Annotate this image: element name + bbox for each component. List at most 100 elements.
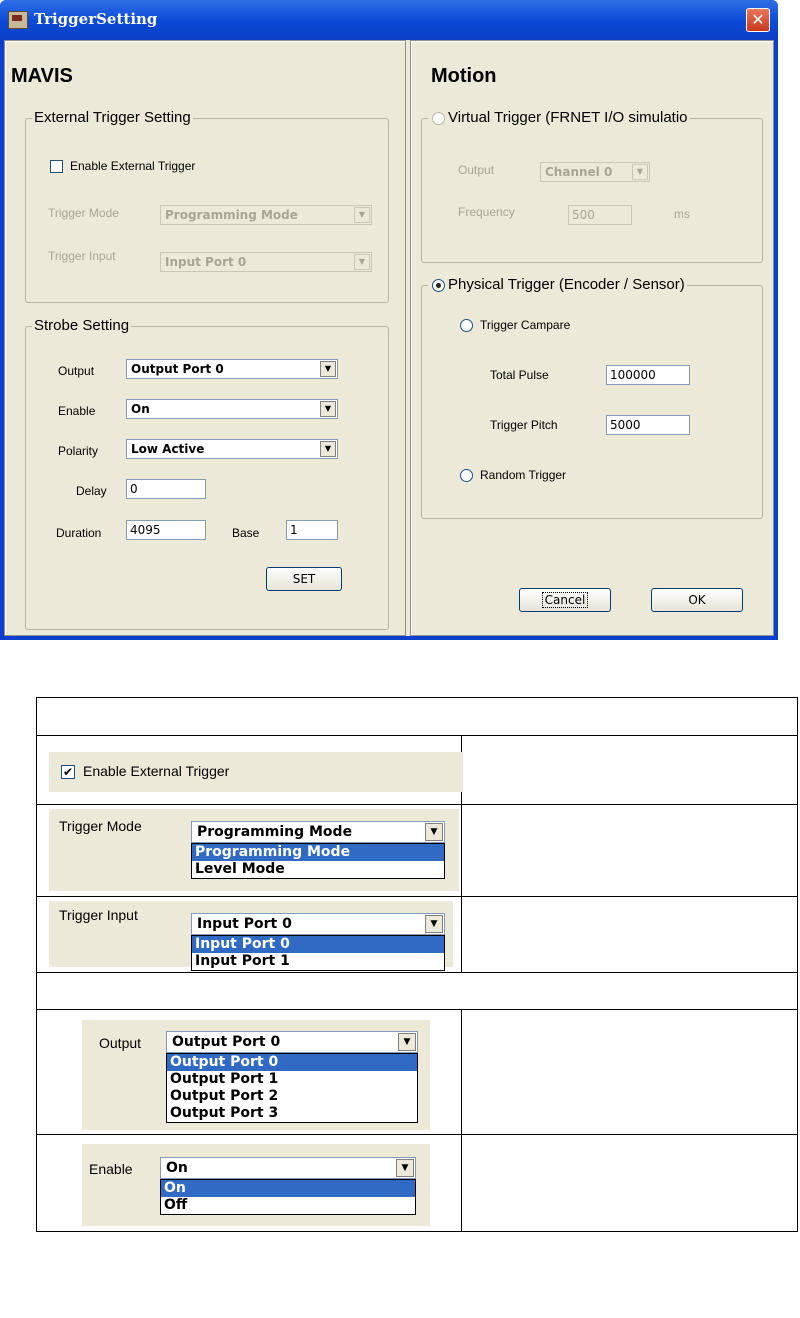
strobe-enable-value: On [131,402,150,416]
trigger-input-value: Input Port 0 [165,255,247,269]
dropdown-option[interactable]: Programming Mode [192,844,444,861]
virtual-trigger-group: Virtual Trigger (FRNET I/O simulatio Out… [421,109,763,263]
dropdown-option[interactable]: Input Port 1 [192,953,444,970]
chevron-down-icon: ▼ [320,361,336,377]
table-row: Trigger Mode Programming Mode ▼ Programm… [36,804,798,897]
trigger-input-dropdown: Input Port 0 Input Port 1 [191,935,445,971]
chevron-down-icon: ▼ [425,915,443,933]
trigger-mode-snippet: Trigger Mode Programming Mode ▼ Programm… [49,809,459,891]
dropdown-option[interactable]: Output Port 1 [167,1071,417,1088]
image-cell: Trigger Input Input Port 0 ▼ Input Port … [36,896,462,973]
virtual-trigger-radio[interactable] [432,112,445,125]
enable-external-trigger-label: Enable External Trigger [70,159,196,173]
virtual-output-value: Channel 0 [545,165,613,179]
strobe-enable-label: Enable [58,404,96,418]
description-cell [461,1134,798,1232]
strobe-setting-group: Strobe Setting Output Output Port 0 ▼ En… [25,317,389,630]
external-trigger-group-title: External Trigger Setting [32,109,193,126]
enable-external-trigger-checkbox[interactable] [50,160,63,173]
duration-input[interactable]: 4095 [126,520,206,540]
chevron-down-icon: ▼ [354,207,370,223]
mavis-panel: MAVIS External Trigger Setting Enable Ex… [4,40,406,636]
polarity-label: Polarity [58,444,99,458]
external-trigger-group: External Trigger Setting Enable External… [25,109,389,303]
trigger-input-select[interactable]: Input Port 0 ▼ [160,252,372,272]
chevron-down-icon: ▼ [354,254,370,270]
enable-external-trigger-checkbox-checked[interactable]: ✔ [61,765,75,779]
physical-trigger-radio[interactable] [432,279,445,292]
base-input[interactable]: 1 [286,520,338,540]
strobe-enable-select[interactable]: On ▼ [126,399,338,419]
description-cell [461,896,798,973]
section-header-cell [36,697,798,736]
strobe-enable-snippet-select[interactable]: On ▼ [160,1157,416,1179]
chevron-down-icon: ▼ [632,164,648,180]
strobe-output-dropdown: Output Port 0 Output Port 1 Output Port … [166,1053,418,1123]
strobe-output-value: Output Port 0 [131,362,224,376]
polarity-value: Low Active [131,442,205,456]
trigger-mode-value: Programming Mode [165,208,298,222]
dropdown-option[interactable]: Input Port 0 [192,936,444,953]
dropdown-option[interactable]: Output Port 0 [167,1054,417,1071]
table-row: Enable On ▼ On Off [36,1134,798,1232]
chevron-down-icon: ▼ [425,823,443,841]
ok-button[interactable]: OK [651,588,743,612]
strobe-output-snippet-value: Output Port 0 [172,1034,281,1050]
trigger-mode-snippet-label: Trigger Mode [59,818,142,834]
image-cell: Output Output Port 0 ▼ Output Port 0 Out… [36,1009,462,1135]
trigger-pitch-input[interactable]: 5000 [606,415,690,435]
trigger-input-label: Trigger Input [48,249,116,263]
chevron-down-icon: ▼ [320,401,336,417]
trigger-compare-label: Trigger Campare [480,318,571,332]
delay-label: Delay [76,484,107,498]
chevron-down-icon: ▼ [320,441,336,457]
motion-title: Motion [431,65,497,87]
random-trigger-radio[interactable] [460,469,473,482]
table-row: ✔ Enable External Trigger [36,735,798,805]
trigger-input-snippet-select[interactable]: Input Port 0 ▼ [191,913,445,935]
strobe-output-select[interactable]: Output Port 0 ▼ [126,359,338,379]
enable-external-trigger-snippet: ✔ Enable External Trigger [49,752,463,792]
description-cell [461,735,798,805]
dropdown-option[interactable]: Output Port 3 [167,1105,417,1122]
virtual-trigger-label: Virtual Trigger (FRNET I/O simulatio [428,109,690,126]
dropdown-option[interactable]: On [161,1180,415,1197]
table-row: Output Output Port 0 ▼ Output Port 0 Out… [36,1009,798,1135]
chevron-down-icon: ▼ [398,1033,416,1051]
trigger-compare-radio[interactable] [460,319,473,332]
dropdown-option[interactable]: Output Port 2 [167,1088,417,1105]
random-trigger-label: Random Trigger [480,468,567,482]
motion-panel: Motion Virtual Trigger (FRNET I/O simula… [410,40,774,636]
strobe-setting-group-title: Strobe Setting [32,317,132,334]
polarity-select[interactable]: Low Active ▼ [126,439,338,459]
table-section-row [36,697,798,736]
delay-input[interactable]: 0 [126,479,206,499]
set-button[interactable]: SET [266,567,342,591]
strobe-output-snippet-label: Output [99,1035,142,1051]
virtual-output-label: Output [458,163,495,177]
physical-trigger-group: Physical Trigger (Encoder / Sensor) Trig… [421,276,763,519]
image-cell: Enable On ▼ On Off [36,1134,462,1232]
dialog-client-area: MAVIS External Trigger Setting Enable Ex… [4,40,774,636]
description-cell [461,804,798,897]
title-bar[interactable]: TriggerSetting ✕ [0,0,778,40]
window-title: TriggerSetting [34,10,158,28]
virtual-output-select[interactable]: Channel 0 ▼ [540,162,650,182]
strobe-enable-snippet-label: Enable [89,1161,133,1177]
frequency-input[interactable]: 500 [568,205,632,225]
trigger-mode-label: Trigger Mode [48,206,119,220]
dropdown-option[interactable]: Off [161,1197,415,1214]
strobe-output-snippet-select[interactable]: Output Port 0 ▼ [166,1031,418,1053]
trigger-mode-snippet-select[interactable]: Programming Mode ▼ [191,821,445,843]
frequency-unit: ms [674,207,690,221]
strobe-output-snippet: Output Output Port 0 ▼ Output Port 0 Out… [82,1020,430,1130]
close-button[interactable]: ✕ [746,8,770,32]
mavis-title: MAVIS [11,65,73,87]
trigger-mode-select[interactable]: Programming Mode ▼ [160,205,372,225]
cancel-button[interactable]: Cancel [519,588,611,612]
trigger-mode-dropdown: Programming Mode Level Mode [191,843,445,879]
dropdown-option[interactable]: Level Mode [192,861,444,878]
strobe-enable-snippet: Enable On ▼ On Off [82,1144,430,1226]
document-table: ✔ Enable External Trigger Trigger Mode P… [36,697,798,1232]
total-pulse-input[interactable]: 100000 [606,365,690,385]
